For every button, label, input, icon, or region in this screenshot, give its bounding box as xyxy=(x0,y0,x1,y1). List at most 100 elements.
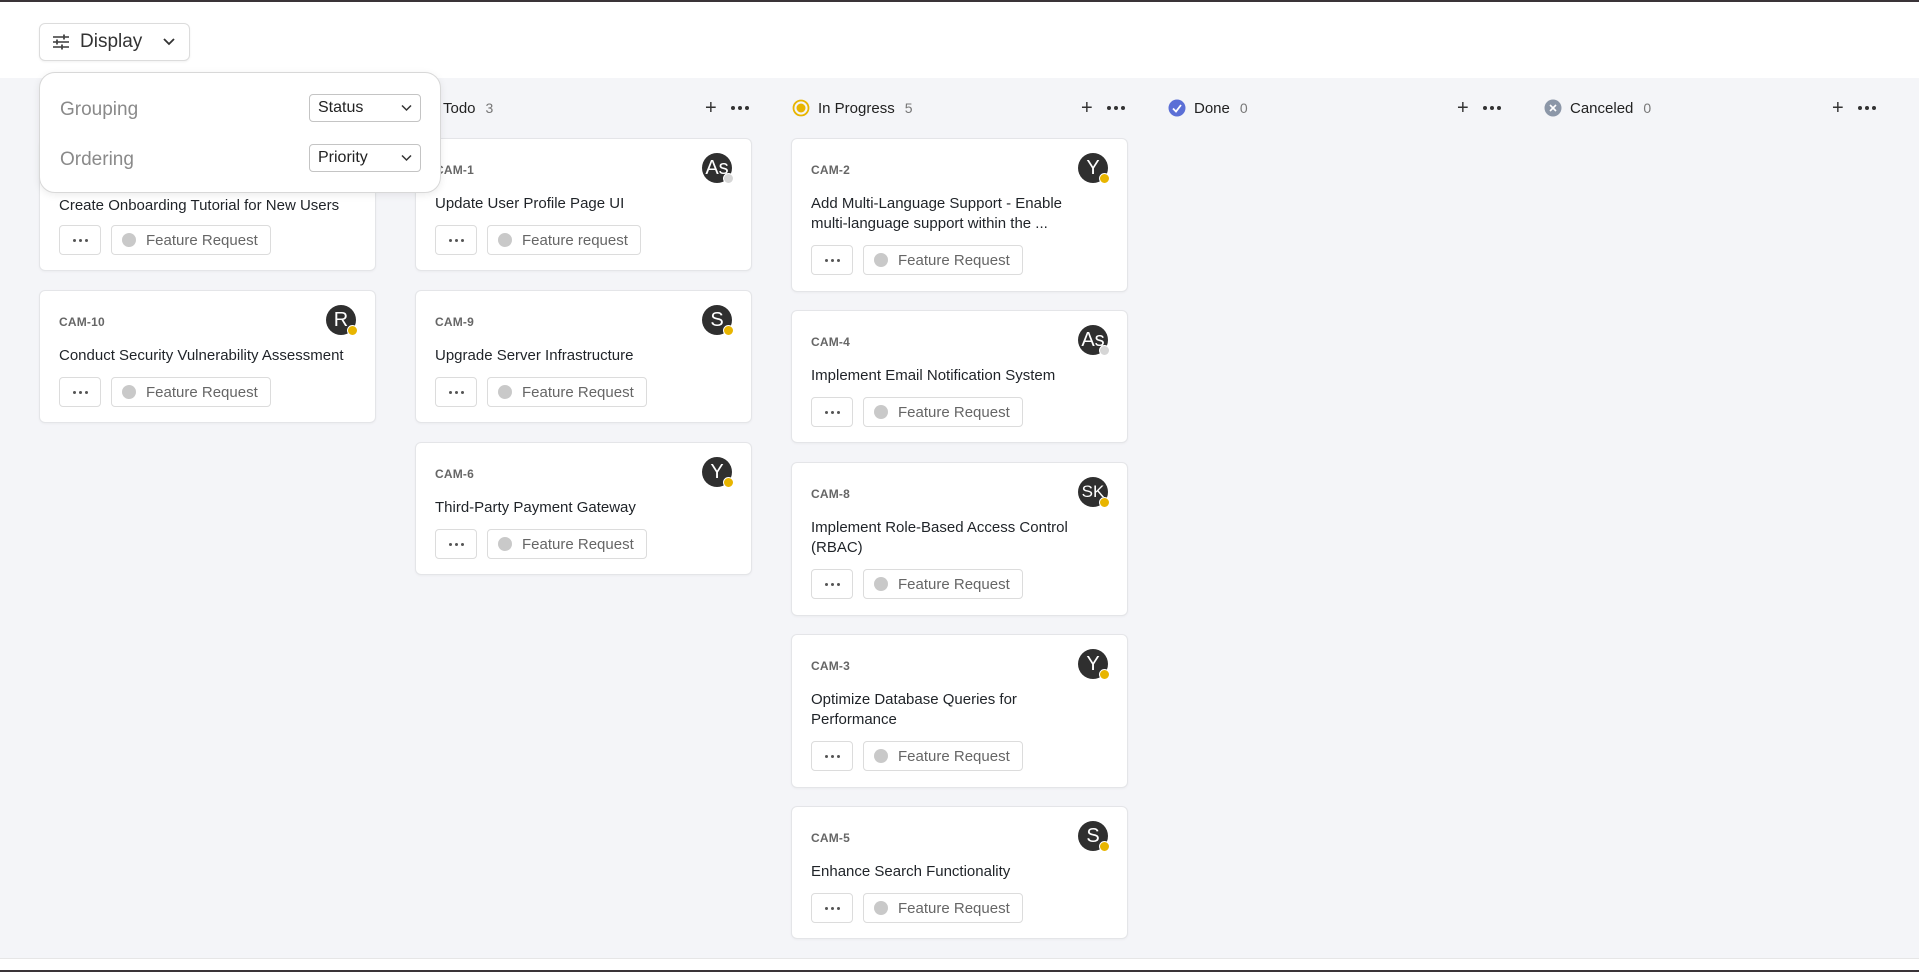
avatar[interactable]: R xyxy=(326,305,358,336)
issue-label-tag[interactable]: Feature Request xyxy=(863,569,1023,599)
column-more-button[interactable] xyxy=(730,106,749,110)
issue-label-tag[interactable]: Feature Request xyxy=(111,377,271,407)
issue-title: Add Multi-Language Support - Enable mult… xyxy=(811,195,1063,232)
column-count: 0 xyxy=(1643,100,1652,116)
label-dot-icon xyxy=(874,749,888,763)
column-count: 3 xyxy=(485,100,494,116)
display-options-popover: Grouping Status Ordering Priority xyxy=(39,72,441,193)
issue-label-tag[interactable]: Feature Request xyxy=(863,397,1023,427)
avatar[interactable]: S xyxy=(702,305,734,336)
label-text: Feature Request xyxy=(898,251,1010,269)
issue-more-button[interactable] xyxy=(435,529,477,559)
issue-id: CAM-8 xyxy=(811,487,850,501)
label-dot-icon xyxy=(498,537,512,551)
avatar-status-icon xyxy=(1099,497,1110,508)
add-issue-button[interactable]: + xyxy=(705,98,717,118)
ordering-label: Ordering xyxy=(60,149,134,170)
column-header-todo: Todo 3 xyxy=(434,96,493,120)
label-text: Feature Request xyxy=(146,231,258,249)
issue-card[interactable]: CAM-4 As Implement Email Notification Sy… xyxy=(791,310,1128,443)
issue-more-button[interactable] xyxy=(811,893,853,923)
column-more-button[interactable] xyxy=(1482,106,1501,110)
ordering-select[interactable]: Priority xyxy=(309,144,421,172)
column-more-button[interactable] xyxy=(1106,106,1125,110)
sliders-icon xyxy=(53,34,69,50)
label-dot-icon xyxy=(874,253,888,267)
issue-title: Third-Party Payment Gateway xyxy=(435,499,636,516)
issue-title: Conduct Security Vulnerability Assessmen… xyxy=(59,347,344,364)
grouping-label: Grouping xyxy=(60,99,139,120)
issue-label-tag[interactable]: Feature Request xyxy=(863,741,1023,771)
issue-card[interactable]: CAM-2 Y Add Multi-Language Support - Ena… xyxy=(791,138,1128,292)
avatar[interactable]: Y xyxy=(702,457,734,488)
issue-more-button[interactable] xyxy=(59,377,101,407)
issue-card[interactable]: CAM-6 Y Third-Party Payment Gateway Feat… xyxy=(415,442,752,575)
label-dot-icon xyxy=(874,405,888,419)
column-actions-todo: + xyxy=(705,96,749,120)
issue-id: CAM-6 xyxy=(435,467,474,481)
label-text: Feature Request xyxy=(522,383,634,401)
issue-label-tag[interactable]: Feature Request xyxy=(863,893,1023,923)
avatar[interactable]: Y xyxy=(1078,649,1110,680)
column-more-button[interactable] xyxy=(1857,106,1876,110)
issue-id: CAM-5 xyxy=(811,831,850,845)
issue-more-button[interactable] xyxy=(435,225,477,255)
issue-id: CAM-9 xyxy=(435,315,474,329)
avatar-status-icon xyxy=(1099,173,1110,184)
issue-more-button[interactable] xyxy=(811,245,853,275)
chevron-down-icon xyxy=(401,104,412,112)
column-title: Canceled xyxy=(1570,99,1634,117)
issue-card[interactable]: CAM-1 As Update User Profile Page UI Fea… xyxy=(415,138,752,271)
issue-label-tag[interactable]: Feature Request xyxy=(487,529,647,559)
issue-title: Implement Role-Based Access Control (RBA… xyxy=(811,519,1068,556)
issue-title: Upgrade Server Infrastructure xyxy=(435,347,634,364)
label-dot-icon xyxy=(122,385,136,399)
issue-card[interactable]: CAM-8 SK Implement Role-Based Access Con… xyxy=(791,462,1128,616)
chevron-down-icon xyxy=(401,154,412,162)
avatar[interactable]: S xyxy=(1078,821,1110,852)
column-actions-in-progress: + xyxy=(1081,96,1125,120)
half-circle-yellow-icon xyxy=(792,99,810,117)
label-dot-icon xyxy=(874,577,888,591)
issue-more-button[interactable] xyxy=(811,569,853,599)
add-issue-button[interactable]: + xyxy=(1832,98,1844,118)
column-actions-canceled: + xyxy=(1832,96,1876,120)
issue-label-tag[interactable]: Feature Request xyxy=(487,377,647,407)
display-button[interactable]: Display xyxy=(39,23,190,61)
grouping-select[interactable]: Status xyxy=(309,94,421,122)
grouping-select-value: Status xyxy=(318,99,364,116)
label-dot-icon xyxy=(874,901,888,915)
issue-id: CAM-2 xyxy=(811,163,850,177)
add-issue-button[interactable]: + xyxy=(1081,98,1093,118)
issue-id: CAM-10 xyxy=(59,315,105,329)
check-circle-icon xyxy=(1168,99,1186,117)
issue-label-tag[interactable]: Feature Request xyxy=(863,245,1023,275)
avatar[interactable]: As xyxy=(702,153,734,184)
issue-label-tag[interactable]: Feature Request xyxy=(111,225,271,255)
avatar[interactable]: SK xyxy=(1078,477,1110,508)
avatar-status-icon xyxy=(723,325,734,336)
issue-more-button[interactable] xyxy=(811,741,853,771)
issue-label-tag[interactable]: Feature request xyxy=(487,225,641,255)
issue-card[interactable]: CAM-3 Y Optimize Database Queries for Pe… xyxy=(791,634,1128,788)
issue-card[interactable]: CAM-9 S Upgrade Server Infrastructure Fe… xyxy=(415,290,752,423)
avatar-status-icon xyxy=(347,325,358,336)
issue-card[interactable]: CAM-10 R Conduct Security Vulnerability … xyxy=(39,290,376,423)
avatar[interactable]: As xyxy=(1078,325,1110,356)
label-text: Feature Request xyxy=(146,383,258,401)
issue-more-button[interactable] xyxy=(59,225,101,255)
ordering-select-value: Priority xyxy=(318,149,368,166)
add-issue-button[interactable]: + xyxy=(1457,98,1469,118)
column-header-canceled: Canceled 0 xyxy=(1544,96,1651,120)
column-header-done: Done 0 xyxy=(1168,96,1248,120)
issue-card[interactable]: CAM-5 S Enhance Search Functionality Fea… xyxy=(791,806,1128,939)
issue-more-button[interactable] xyxy=(811,397,853,427)
issue-id: CAM-3 xyxy=(811,659,850,673)
issue-title: Optimize Database Queries for Performanc… xyxy=(811,691,1017,728)
issue-more-button[interactable] xyxy=(435,377,477,407)
avatar[interactable]: Y xyxy=(1078,153,1110,184)
issue-title: Create Onboarding Tutorial for New Users xyxy=(59,197,340,214)
column-title: In Progress xyxy=(818,99,895,117)
label-dot-icon xyxy=(498,233,512,247)
column-header-in-progress: In Progress 5 xyxy=(792,96,913,120)
